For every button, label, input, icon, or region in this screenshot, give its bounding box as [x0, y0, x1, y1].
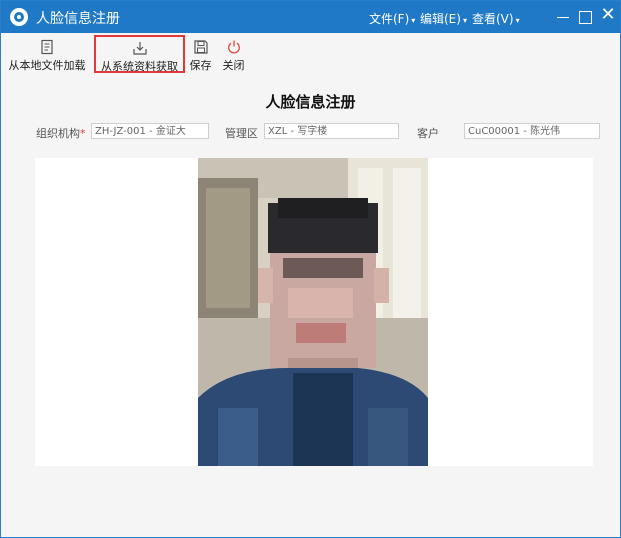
save-icon — [193, 40, 208, 54]
org-field[interactable]: ZH-JZ-001 - 金证大 — [91, 123, 209, 139]
menu-file-label: 文件(F) — [369, 12, 410, 26]
menu-edit-label: 编辑(E) — [420, 12, 461, 26]
close-icon: ✕ — [600, 4, 616, 25]
app-logo-icon — [10, 8, 28, 26]
toolbar: 从本地文件加载 从系统资料获取 保存 关闭 — [1, 34, 620, 74]
chevron-down-icon: ▾ — [411, 16, 416, 25]
zone-label: 管理区 — [225, 127, 258, 140]
save-button[interactable]: 保存 — [188, 36, 213, 72]
load-local-file-button[interactable]: 从本地文件加载 — [7, 36, 87, 72]
power-icon — [227, 40, 240, 54]
close-button[interactable]: 关闭 — [220, 36, 247, 72]
title-bar: 人脸信息注册 文件(F) ▾ 编辑(E) ▾ 查看(V) ▾ ✕ — [1, 1, 620, 33]
chevron-down-icon: ▾ — [515, 16, 520, 25]
menu-view-label: 查看(V) — [472, 12, 514, 26]
org-label-text: 组织机构 — [36, 127, 80, 140]
zone-field[interactable]: XZL - 写字楼 — [264, 123, 399, 139]
chevron-down-icon: ▾ — [462, 16, 467, 25]
close-label: 关闭 — [222, 59, 245, 72]
maximize-button[interactable] — [576, 7, 596, 27]
required-mark: * — [80, 127, 86, 140]
customer-field[interactable]: CuC00001 - 陈光伟 — [464, 123, 600, 139]
fetch-from-system-button[interactable]: 从系统资料获取 — [94, 35, 185, 73]
fetch-from-system-label: 从系统资料获取 — [101, 60, 178, 73]
minimize-icon — [557, 17, 569, 18]
customer-label: 客户 — [417, 127, 439, 140]
menu-file[interactable]: 文件(F) ▾ — [369, 10, 415, 27]
form-title: 人脸信息注册 — [265, 93, 356, 111]
maximize-icon — [579, 11, 592, 24]
save-label: 保存 — [189, 59, 212, 72]
org-label: 组织机构* — [36, 125, 86, 141]
close-window-button[interactable]: ✕ — [598, 4, 618, 27]
face-photo — [198, 158, 428, 466]
app-window: 人脸信息注册 文件(F) ▾ 编辑(E) ▾ 查看(V) ▾ ✕ 从本地文件加载… — [0, 0, 621, 538]
load-local-file-label: 从本地文件加载 — [8, 59, 86, 72]
window-title: 人脸信息注册 — [36, 11, 120, 27]
file-load-icon — [41, 39, 53, 55]
menu-view[interactable]: 查看(V) ▾ — [472, 10, 520, 27]
download-icon — [132, 42, 147, 55]
menu-edit[interactable]: 编辑(E) ▾ — [420, 10, 467, 27]
minimize-button[interactable] — [553, 7, 573, 27]
